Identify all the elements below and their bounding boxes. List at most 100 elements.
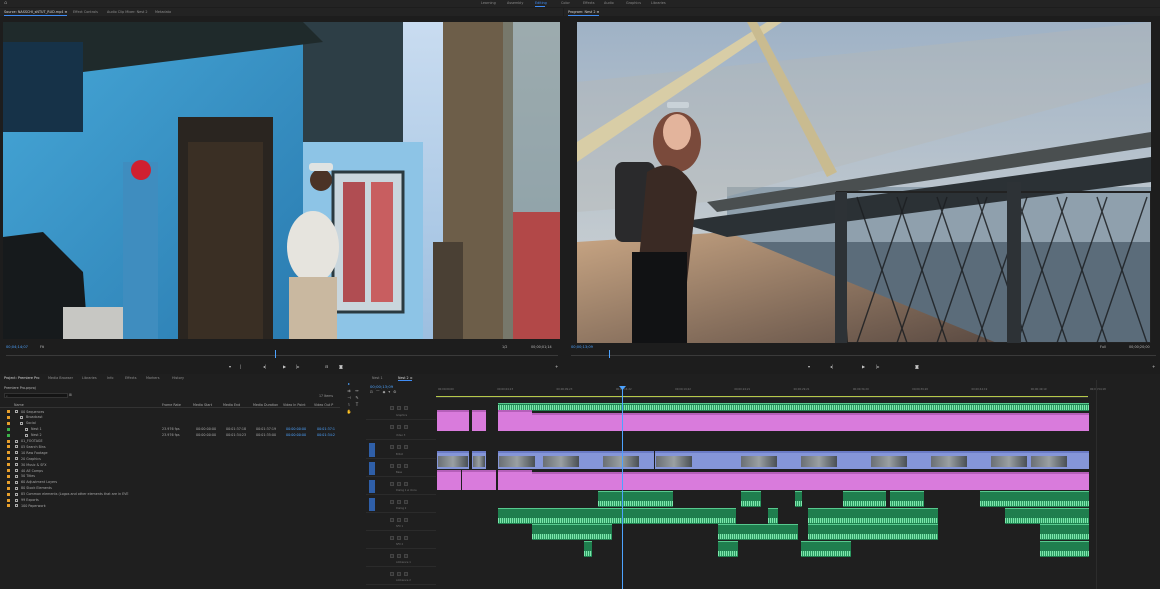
program-timecode[interactable]: 00;00;13;09 — [571, 345, 593, 349]
base-clip[interactable] — [532, 472, 1089, 490]
sync-icon[interactable] — [397, 482, 401, 486]
selection-tool-icon[interactable]: ▸ — [345, 382, 353, 386]
step-forward-icon[interactable]: |▸ — [296, 365, 299, 369]
title-clip[interactable] — [472, 410, 486, 431]
project-tab-0[interactable]: Project: Premiere Pro — [4, 376, 39, 380]
program-add-button-icon[interactable]: + — [1152, 365, 1155, 369]
broll-clip[interactable] — [602, 451, 654, 469]
label-color-swatch[interactable] — [7, 486, 10, 490]
lock-icon[interactable] — [390, 482, 394, 486]
project-row[interactable]: Nest 1 23.976 fps 00:00:00:00 00:01:37:18 00… — [3, 427, 335, 433]
track-header[interactable]: Ambience 1 — [366, 550, 436, 567]
eye-icon[interactable] — [404, 464, 408, 468]
timeline-tab-nest1[interactable]: Nest 1 — [372, 376, 383, 380]
slip-tool-icon[interactable]: ↔ — [353, 389, 361, 393]
workspace-tab-editing[interactable]: Editing — [535, 1, 547, 5]
project-row[interactable]: 100 Paperwork — [3, 503, 333, 509]
track-target-toggle[interactable] — [369, 462, 375, 475]
label-color-swatch[interactable] — [7, 492, 10, 496]
tab-source[interactable]: Source: NASSCHI_sNTUT_RUD.mp4 ≡ — [4, 10, 68, 16]
audio-clip[interactable] — [890, 491, 924, 507]
label-color-swatch[interactable] — [7, 457, 10, 461]
label-color-swatch[interactable] — [7, 480, 10, 484]
razor-tool-icon[interactable]: ⌇ — [345, 403, 353, 407]
project-row[interactable]: 50 Titles — [3, 474, 333, 480]
project-row[interactable]: 60 Adjustment Layers — [3, 480, 333, 486]
sync-icon[interactable] — [397, 464, 401, 468]
broll-clip[interactable] — [437, 451, 469, 469]
audio-clip[interactable] — [584, 541, 592, 557]
track-header[interactable]: SFX 2 — [366, 532, 436, 549]
label-color-swatch[interactable] — [7, 504, 10, 508]
broll-clip[interactable] — [800, 451, 870, 469]
audio-target-toggle[interactable] — [369, 480, 375, 493]
broll-clip[interactable] — [542, 451, 602, 469]
project-row[interactable]: Nest 2 23.976 fps 00:00:00:00 00:01:34:23 00… — [3, 433, 335, 439]
track-header[interactable]: Base — [366, 460, 436, 477]
audio-clip[interactable] — [532, 524, 612, 540]
search-bin-icon[interactable]: ⊞ — [69, 393, 72, 397]
hand-tool-icon[interactable]: ✋ — [345, 410, 353, 414]
eye-icon[interactable] — [404, 500, 408, 504]
workspace-tab-graphics[interactable]: Graphics — [626, 1, 641, 5]
sync-icon[interactable] — [397, 406, 401, 410]
eye-icon[interactable] — [404, 572, 408, 576]
tab-program[interactable]: Program: Nest 2 ≡ — [568, 10, 600, 16]
workspace-tab-audio[interactable]: Audio — [604, 1, 614, 5]
project-row[interactable]: 20 Graphics — [3, 456, 333, 462]
broll-clip[interactable] — [472, 451, 486, 469]
project-tab-6[interactable]: History — [172, 376, 184, 380]
broll-clip[interactable] — [870, 451, 930, 469]
base-clip[interactable] — [462, 470, 496, 490]
graphics-clip[interactable]: Ascend — [498, 403, 1089, 411]
timeline-scrollbar[interactable] — [1096, 380, 1097, 589]
project-tab-4[interactable]: Effects — [125, 376, 137, 380]
project-row[interactable]: 10 Raw Footage — [3, 450, 333, 456]
audio-clip[interactable] — [1005, 508, 1089, 524]
lock-icon[interactable] — [390, 445, 394, 449]
col-video-out[interactable]: Video Out P — [314, 403, 333, 407]
program-step-back-icon[interactable]: ◂| — [830, 365, 833, 369]
title-clip[interactable] — [532, 413, 1089, 431]
lock-icon[interactable] — [390, 572, 394, 576]
col-frame-rate[interactable]: Frame Rate — [162, 403, 181, 407]
project-row[interactable]: 05 Search Bins — [3, 444, 333, 450]
sync-icon[interactable] — [397, 445, 401, 449]
mark-in-icon[interactable]: ▾ — [229, 365, 231, 369]
track-header[interactable]: SFX 1 — [366, 514, 436, 531]
eye-icon[interactable] — [404, 518, 408, 522]
play-icon[interactable]: ▶ — [283, 365, 286, 369]
sync-icon[interactable] — [397, 425, 401, 429]
project-tab-2[interactable]: Libraries — [82, 376, 97, 380]
lock-icon[interactable] — [390, 554, 394, 558]
program-camera-icon[interactable]: ◙ — [915, 365, 919, 369]
sync-icon[interactable] — [397, 554, 401, 558]
tab-audio-clip-mixer[interactable]: Audio Clip Mixer: Nest 2 — [107, 10, 148, 14]
track-target-toggle[interactable] — [369, 443, 375, 457]
track-header[interactable]: B Roll — [366, 441, 436, 459]
project-tab-3[interactable]: Info — [107, 376, 113, 380]
col-media-start[interactable]: Media Start — [193, 403, 212, 407]
project-row[interactable]: 30 Music & SFX — [3, 462, 333, 468]
track-select-tool-icon[interactable]: ⇉ — [345, 389, 353, 393]
workspace-tab-color[interactable]: Color — [561, 1, 570, 5]
eye-icon[interactable] — [404, 406, 408, 410]
program-play-icon[interactable]: ▶ — [862, 365, 865, 369]
audio-clip[interactable] — [843, 491, 886, 507]
eye-icon[interactable] — [404, 536, 408, 540]
track-header[interactable]: Dialog 2 — [366, 496, 436, 513]
label-color-swatch[interactable] — [7, 445, 10, 449]
tab-effect-controls[interactable]: Effect Controls — [73, 10, 98, 14]
workspace-tab-learning[interactable]: Learning — [481, 1, 496, 5]
project-row[interactable]: 85 Common elements (Logos and other elem… — [3, 492, 333, 498]
audio-clip[interactable] — [808, 508, 938, 524]
sync-icon[interactable] — [397, 518, 401, 522]
source-scrub-bar[interactable] — [6, 355, 558, 356]
label-color-swatch[interactable] — [7, 474, 10, 478]
base-clip[interactable] — [437, 470, 461, 490]
audio-clip[interactable] — [598, 491, 673, 507]
tab-metadata[interactable]: Metadata — [155, 10, 171, 14]
col-media-duration[interactable]: Media Duration — [253, 403, 278, 407]
project-tab-1[interactable]: Media Browser — [48, 376, 73, 380]
track-header[interactable]: Video 3 — [366, 421, 436, 440]
